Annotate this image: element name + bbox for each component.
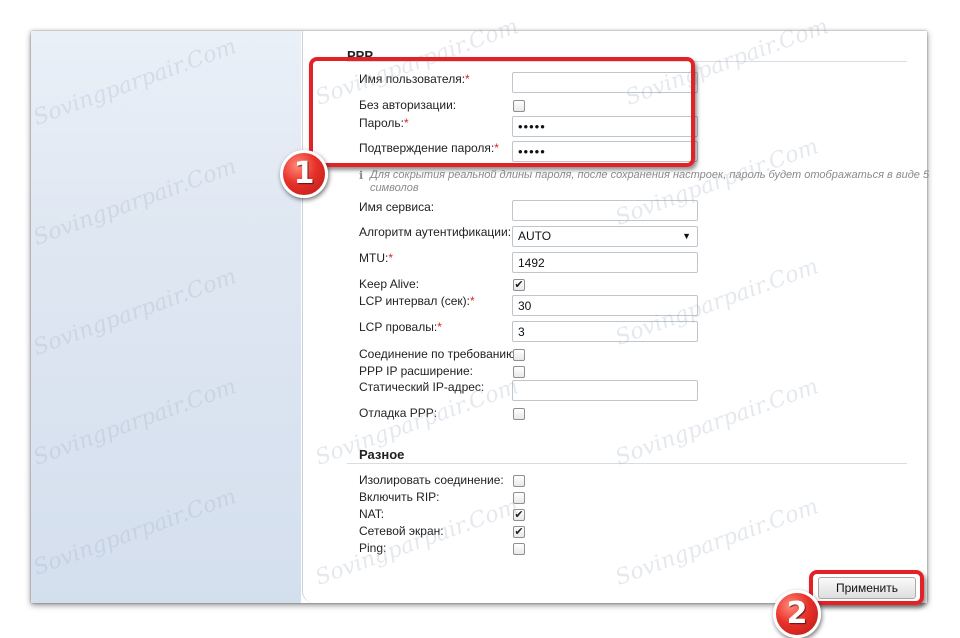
step-badge-1: 1 [280,150,328,198]
highlight-frame-credentials [309,57,695,167]
ping-label: Ping: [359,541,387,555]
lcp-failures-label: LCP провалы:* [359,320,442,334]
keep-alive-checkbox[interactable]: ✔ [513,279,525,291]
service-name-label: Имя сервиса: [359,200,435,214]
firewall-checkbox[interactable]: ✔ [513,526,525,538]
mtu-input[interactable] [512,252,698,273]
lcp-failures-input[interactable] [512,321,698,342]
nat-checkbox[interactable]: ✔ [513,509,525,521]
isolate-connection-checkbox[interactable] [513,475,525,487]
auth-algorithm-label: Алгоритм аутентификации: [359,225,512,239]
enable-rip-label: Включить RIP: [359,490,440,504]
static-ip-input[interactable] [512,380,698,401]
password-hint: Для сокрытия реальной длины пароля, посл… [370,169,930,194]
firewall-label: Сетевой экран: [359,524,444,538]
on-demand-label: Соединение по требованию: [359,347,519,361]
highlight-frame-apply [809,570,924,605]
keep-alive-label: Keep Alive: [359,277,420,291]
ping-checkbox[interactable] [513,543,525,555]
dropdown-arrow-icon: ▼ [682,231,691,241]
misc-section-title: Разное [359,447,405,462]
misc-section-divider [347,463,907,464]
ppp-debug-label: Отладка PPP: [359,406,438,420]
ppp-ip-extension-checkbox[interactable] [513,366,525,378]
step-badge-2: 2 [773,590,821,638]
ppp-ip-extension-label: PPP IP расширение: [359,364,473,378]
lcp-interval-label: LCP интервал (сек):* [359,294,475,308]
static-ip-label: Статический IP-адрес: [359,380,485,394]
nat-label: NAT: [359,507,385,521]
auth-algorithm-select[interactable]: AUTO ▼ [512,226,698,247]
isolate-connection-label: Изолировать соединение: [359,473,504,487]
service-name-input[interactable] [512,200,698,221]
mtu-label: MTU:* [359,251,393,265]
lcp-interval-input[interactable] [512,295,698,316]
sidebar-panel [31,31,301,603]
enable-rip-checkbox[interactable] [513,492,525,504]
on-demand-checkbox[interactable] [513,349,525,361]
auth-algorithm-value: AUTO [518,229,552,243]
ppp-debug-checkbox[interactable] [513,408,525,420]
info-icon: ℹ [359,170,364,182]
